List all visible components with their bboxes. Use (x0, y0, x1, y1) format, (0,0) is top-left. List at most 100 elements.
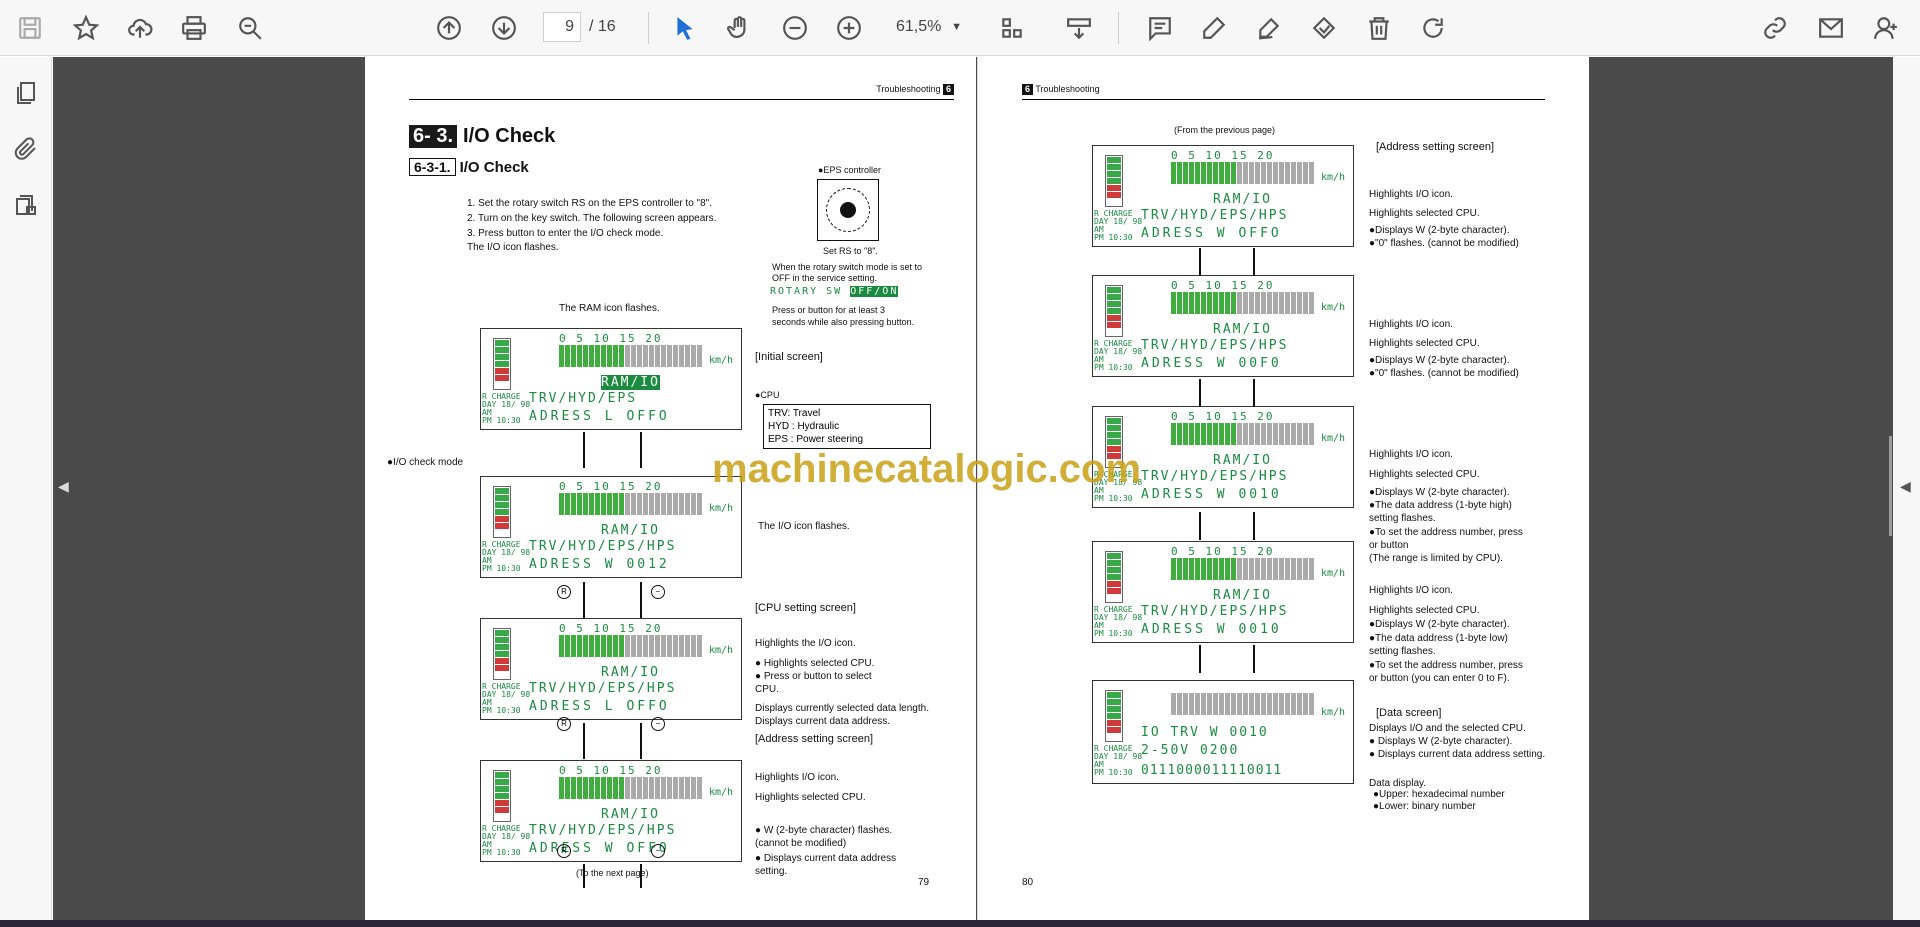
comment-icon[interactable] (1144, 12, 1176, 44)
speed-bar (1171, 292, 1319, 314)
collapse-right-icon[interactable]: ◀ (1900, 478, 1911, 495)
battery-gauge (1105, 551, 1123, 603)
lcd-address-line: ADRESS W 0010 (1141, 487, 1282, 502)
battery-gauge (493, 338, 511, 390)
disp-addr-caption: ● Displays current data address (755, 853, 897, 864)
press-note-1: Press or button for at least 3 (772, 305, 886, 315)
add-user-icon[interactable] (1870, 12, 1902, 44)
lcd-address-line: ADRESS W 00F0 (1141, 356, 1282, 371)
zoom-in-icon[interactable] (833, 12, 865, 44)
step-1: 1. Set the rotary switch RS on the EPS c… (467, 198, 712, 209)
page-fit-icon[interactable] (996, 12, 1028, 44)
save-icon[interactable] (14, 12, 46, 44)
vertical-scrollbar[interactable] (1889, 436, 1892, 536)
security-lock-icon[interactable] (10, 189, 42, 221)
hl-io-caption: Highlights the I/O icon. (755, 638, 856, 649)
print-icon[interactable] (178, 12, 210, 44)
data-addr-high-caption-2: setting flashes. (1369, 513, 1436, 524)
hl-io-caption: Highlights I/O icon. (755, 772, 839, 783)
page-thumbnails-icon[interactable] (10, 77, 42, 109)
battery-gauge (493, 486, 511, 538)
zoom-select[interactable]: 61,5% ▼ (888, 12, 970, 42)
flow-arrow-down (1199, 248, 1201, 276)
lcd-side-info: R CHARGE DAY 18/ 98 AM PM 10:30 (482, 824, 531, 857)
lcd-scale: 0 5 10 15 20 (559, 480, 663, 493)
redo-icon[interactable] (1417, 12, 1449, 44)
rotary-sw-display: ROTARY SW OFF/ON (770, 286, 899, 297)
lcd-cpu-line: TRV/HYD/EPS/HPS (1141, 604, 1289, 619)
hl-cpu-caption: ● Highlights selected CPU. (755, 658, 875, 669)
toolbar-divider (648, 12, 649, 44)
email-icon[interactable] (1815, 12, 1847, 44)
address-setting-label: [Address setting screen] (755, 733, 874, 745)
lcd-data-line-3: 0111000011110011 (1141, 763, 1283, 778)
minus-button-icon: − (651, 844, 665, 858)
zoom-out-icon[interactable] (779, 12, 811, 44)
toolbar: 9 / 16 61,5% ▼ (0, 0, 1920, 56)
delete-icon[interactable] (1363, 12, 1395, 44)
lcd-cpu-line: TRV/HYD/EPS/HPS (529, 681, 677, 696)
lcd-ram-io: RAM/IO (1213, 192, 1272, 207)
page-number-input[interactable]: 9 (543, 12, 581, 42)
hl-cpu-caption: Highlights selected CPU. (1369, 469, 1480, 480)
subsection-title: 6-3-1. I/O Check (409, 158, 529, 176)
flow-arrow-up (640, 582, 642, 618)
disp-io-cpu-caption: Displays I/O and the selected CPU. (1369, 723, 1526, 734)
lcd-ram-io: RAM/IO (601, 375, 660, 390)
lcd-data-screen: km/h R CHARGE DAY 18/ 98 AM PM 10:30 IO TRV… (1092, 680, 1354, 784)
lcd-side-info: R CHARGE DAY 18/ 98 AM PM 10:30 (482, 392, 531, 425)
chevron-down-icon: ▼ (951, 21, 962, 33)
lcd-scale: 0 5 10 15 20 (559, 332, 663, 345)
lcd-ram-io: RAM/IO (1213, 322, 1272, 337)
stamp-icon[interactable] (1308, 12, 1340, 44)
bookmark-star-icon[interactable] (70, 12, 102, 44)
address-setting-label: [Address setting screen] (1376, 141, 1495, 153)
lcd-cpu-line: TRV/HYD/EPS/HPS (529, 823, 677, 838)
kmh-label: km/h (1321, 707, 1346, 718)
lcd-initial-screen: 0 5 10 15 20 km/h R CHARGE DAY 18/ 98 AM PM… (480, 328, 742, 430)
lcd-scale: 0 5 10 15 20 (1171, 545, 1275, 558)
share-link-icon[interactable] (1759, 12, 1791, 44)
from-previous-page: (From the previous page) (1174, 125, 1276, 135)
draw-icon[interactable] (1253, 12, 1285, 44)
lcd-side-info: R CHARGE DAY 18/ 98 AM PM 10:30 (1094, 209, 1143, 242)
disp-w-caption: ● Displays W (2-byte character). (1369, 736, 1513, 747)
page-number: 79 (918, 877, 930, 888)
speed-bar (559, 635, 707, 657)
battery-gauge (1105, 285, 1123, 337)
minus-button-icon: − (651, 585, 665, 599)
set-addr-low-caption: ●To set the address number, press (1369, 660, 1523, 671)
lcd-cpu-line: TRV/HYD/EPS/HPS (1141, 469, 1289, 484)
flow-arrow-up (640, 723, 642, 759)
flow-arrow-down (583, 432, 585, 468)
zoom-out-search-icon[interactable] (234, 12, 266, 44)
lcd-cpu-line: TRV/HYD/EPS/HPS (1141, 208, 1289, 223)
attachment-icon[interactable] (10, 133, 42, 165)
disp-len-caption-2: Displays current data address. (755, 716, 891, 727)
kmh-label: km/h (1321, 172, 1346, 183)
kmh-label: km/h (709, 787, 734, 798)
next-page-icon[interactable] (488, 12, 520, 44)
hand-tool-icon[interactable] (723, 12, 755, 44)
lcd-side-info: R CHARGE DAY 18/ 98 AM PM 10:30 (482, 682, 531, 715)
scroll-mode-icon[interactable] (1063, 12, 1095, 44)
battery-gauge (1105, 690, 1123, 742)
speed-bar (559, 777, 707, 799)
speed-bar (1171, 162, 1319, 184)
battery-gauge (1105, 155, 1123, 207)
prev-page-icon[interactable] (433, 12, 465, 44)
highlight-pen-icon[interactable] (1198, 12, 1230, 44)
lcd-ram-io: RAM/IO (601, 807, 660, 822)
collapse-left-icon[interactable]: ◀ (58, 478, 69, 495)
kmh-label: km/h (1321, 433, 1346, 444)
lcd-side-info: R CHARGE DAY 18/ 98 AM PM 10:30 (1094, 744, 1143, 777)
cloud-upload-icon[interactable] (124, 12, 156, 44)
hl-cpu-caption: Highlights selected CPU. (755, 792, 866, 803)
disp-cur-caption: ● Displays current data address setting. (1369, 749, 1546, 760)
set-addr-caption-3: (The range is limited by CPU). (1369, 553, 1503, 564)
lcd-address-line: ADRESS W 0010 (1141, 622, 1282, 637)
rotary-note-2: OFF in the service setting. (772, 273, 878, 283)
lcd-address-line: ADRESS W OFFO (1141, 226, 1282, 241)
hl-cpu-caption: Highlights selected CPU. (1369, 605, 1480, 616)
select-cursor-icon[interactable] (669, 12, 701, 44)
